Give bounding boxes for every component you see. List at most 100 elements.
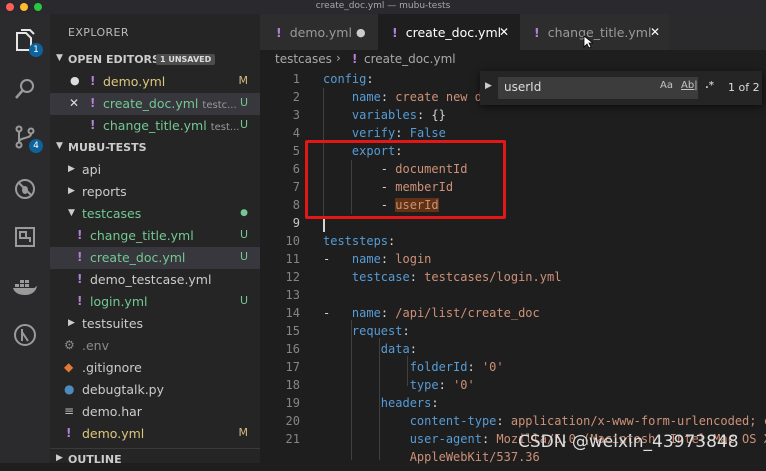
file-name: demo_testcase.yml bbox=[90, 272, 212, 287]
folder-name: testsuites bbox=[82, 316, 144, 331]
extensions-activity[interactable] bbox=[10, 222, 40, 252]
close-icon[interactable]: ✕ bbox=[650, 25, 660, 39]
chevron-down-icon: ▼ bbox=[68, 208, 75, 218]
file-name: login.yml bbox=[90, 294, 148, 309]
file-path: test... bbox=[210, 122, 240, 133]
breadcrumb-file[interactable]: create_doc.yml bbox=[364, 52, 456, 66]
file-item[interactable]: ⚙ .env bbox=[50, 335, 260, 357]
tab-label: change_title.yml bbox=[547, 24, 652, 40]
match-whole-word-toggle[interactable]: Ab| bbox=[681, 80, 698, 91]
use-regex-toggle[interactable]: .* bbox=[705, 80, 714, 91]
chevron-right-icon: ▶ bbox=[68, 318, 75, 328]
tab-change-title-yml[interactable]: ! change_title.yml ✕ bbox=[520, 14, 670, 50]
file-item[interactable]: ! demo.yml M bbox=[50, 423, 260, 445]
file-name: change_title.yml bbox=[103, 118, 207, 133]
project-section[interactable]: ▼ MUBU-TESTS bbox=[50, 137, 260, 159]
code-line: teststeps: bbox=[323, 234, 396, 248]
watermark: CSDN @weixin_43973848 bbox=[518, 432, 739, 452]
toggle-replace-chevron-icon[interactable]: ▶ bbox=[485, 81, 492, 91]
code-line: testcase: testcases/login.yml bbox=[351, 270, 562, 284]
git-status: M bbox=[238, 426, 249, 439]
folder-item[interactable]: ▶ api bbox=[50, 159, 260, 181]
unsaved-dot-icon[interactable]: ● bbox=[356, 26, 366, 39]
tab-create-doc-yml[interactable]: ! create_doc.yml ✕ bbox=[378, 14, 520, 50]
title-bar: create_doc.yml — mubu-tests bbox=[0, 0, 766, 14]
line-number: 10 bbox=[285, 234, 300, 248]
line-number: 6 bbox=[292, 162, 300, 176]
file-item[interactable]: ● debugtalk.py bbox=[50, 379, 260, 401]
docker-icon bbox=[13, 280, 37, 295]
line-number: 16 bbox=[285, 342, 300, 356]
tab-label: create_doc.yml bbox=[405, 24, 502, 40]
git-status: U bbox=[239, 118, 248, 131]
breadcrumb-folder[interactable]: testcases bbox=[275, 52, 332, 66]
breadcrumb-separator: › bbox=[336, 51, 341, 65]
gear-icon: ⚙ bbox=[64, 338, 75, 352]
yaml-file-icon: ! bbox=[90, 74, 96, 88]
file-name: demo.yml bbox=[82, 426, 145, 441]
yaml-file-icon: ! bbox=[534, 24, 540, 40]
search-activity[interactable] bbox=[10, 74, 40, 104]
window-title: create_doc.yml — mubu-tests bbox=[315, 1, 451, 11]
open-editor-item[interactable]: ● ! demo.yml M bbox=[50, 71, 260, 93]
folder-item[interactable]: ▶ reports bbox=[50, 181, 260, 203]
line-number: 18 bbox=[285, 378, 300, 392]
git-status: U bbox=[239, 96, 248, 109]
explorer-activity[interactable]: 1 bbox=[10, 26, 43, 57]
file-item[interactable]: ! demo_testcase.yml bbox=[50, 269, 260, 291]
open-editor-item[interactable]: ✕ ! create_doc.yml testc... U bbox=[50, 93, 260, 115]
unsaved-dot-icon: ● bbox=[70, 74, 80, 87]
line-number: 13 bbox=[285, 288, 300, 302]
explorer-sidebar: EXPLORER ▼ OPEN EDITORS 1 UNSAVED ● ! de… bbox=[50, 14, 260, 466]
open-editor-item[interactable]: ! change_title.yml test... U bbox=[50, 115, 260, 137]
code-line: config: bbox=[323, 72, 374, 86]
file-item[interactable]: ≡ demo.har bbox=[50, 401, 260, 423]
line-number: 11 bbox=[285, 252, 300, 266]
find-input-value: userId bbox=[504, 80, 542, 94]
file-name: change_title.yml bbox=[90, 228, 194, 243]
source-control-activity[interactable]: 4 bbox=[10, 122, 43, 153]
code-line: AppleWebKit/537.36 bbox=[409, 450, 540, 464]
code-line: folderId: '0' bbox=[409, 360, 504, 374]
line-number: 15 bbox=[285, 324, 300, 338]
git-status: U bbox=[239, 228, 248, 241]
open-editors-section[interactable]: ▼ OPEN EDITORS 1 UNSAVED bbox=[50, 49, 260, 71]
code-line: content-type: application/x-www-form-url… bbox=[409, 414, 766, 428]
folder-name: api bbox=[82, 162, 102, 177]
file-name: demo.yml bbox=[103, 74, 166, 89]
unsaved-badge: 1 UNSAVED bbox=[156, 54, 216, 65]
modified-dot: ● bbox=[240, 208, 248, 218]
folder-name: testcases bbox=[82, 206, 142, 221]
annotation-highlight-box bbox=[305, 140, 506, 219]
remote-activity[interactable] bbox=[10, 320, 40, 350]
outline-section[interactable]: ▶ OUTLINE bbox=[50, 448, 260, 471]
file-item[interactable]: ! change_title.yml U bbox=[50, 225, 260, 247]
docker-activity[interactable] bbox=[10, 272, 40, 302]
line-number: 2 bbox=[292, 90, 300, 104]
code-line: headers: bbox=[380, 396, 439, 410]
file-name: debugtalk.py bbox=[82, 382, 164, 397]
file-item[interactable]: ◆ .gitignore bbox=[50, 357, 260, 379]
file-item[interactable]: ! create_doc.yml U bbox=[50, 247, 260, 269]
explorer-title: EXPLORER bbox=[68, 26, 129, 39]
line-number: 14 bbox=[285, 306, 300, 320]
remote-icon bbox=[14, 324, 36, 346]
line-number: 19 bbox=[285, 396, 300, 410]
match-count: 1 of 2 bbox=[728, 81, 760, 94]
close-icon[interactable]: ✕ bbox=[499, 25, 509, 39]
tab-demo-yml[interactable]: ! demo.yml ● bbox=[260, 14, 378, 50]
code-line: data: bbox=[380, 342, 417, 356]
debug-activity[interactable] bbox=[10, 174, 40, 204]
folder-item[interactable]: ▼ testcases ● bbox=[50, 203, 260, 225]
mouse-cursor-icon bbox=[583, 35, 593, 49]
match-case-toggle[interactable]: Aa bbox=[660, 80, 673, 91]
project-label: MUBU-TESTS bbox=[68, 141, 147, 154]
file-name: demo.har bbox=[82, 404, 142, 419]
yaml-file-icon: ! bbox=[77, 294, 83, 308]
code-editor[interactable]: 1 2 3 4 5 6 7 8 9 10 11 12 13 14 15 16 1… bbox=[260, 70, 766, 464]
code-line: request: bbox=[351, 324, 410, 338]
file-item[interactable]: ! login.yml U bbox=[50, 291, 260, 313]
folder-item[interactable]: ▶ testsuites bbox=[50, 313, 260, 335]
close-icon[interactable]: ✕ bbox=[69, 96, 79, 110]
yaml-file-icon: ! bbox=[90, 118, 96, 132]
